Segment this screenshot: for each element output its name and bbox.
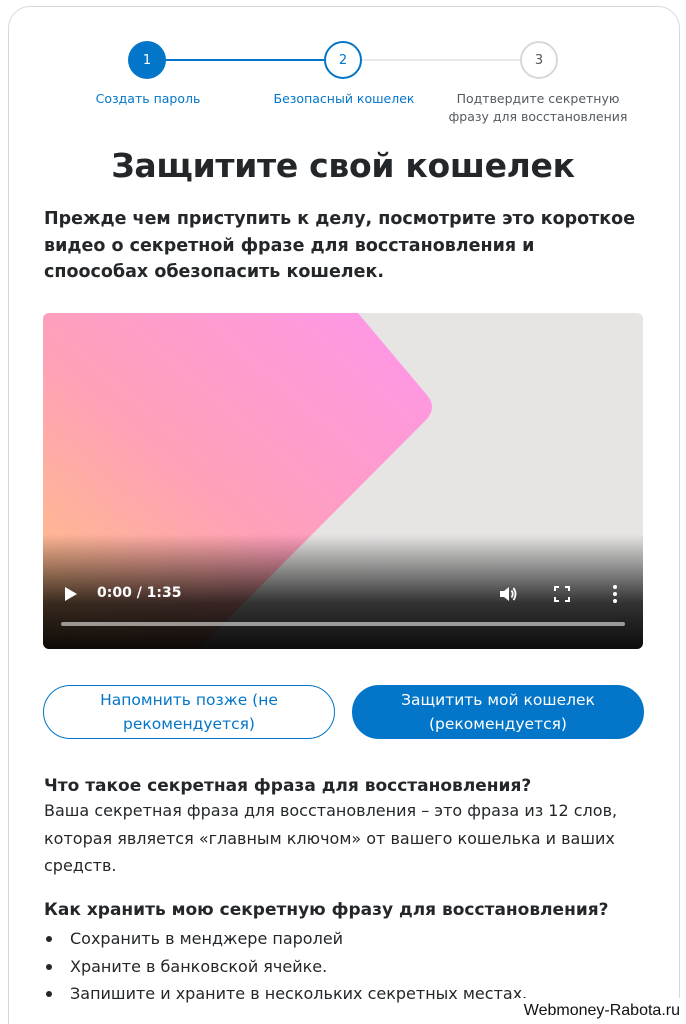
fullscreen-icon[interactable] xyxy=(554,586,570,602)
tip-text: Запишите и храните в нескольких секретны… xyxy=(70,984,528,1003)
step-1-circle: 1 xyxy=(128,41,166,79)
video-player[interactable]: 0:00 / 1:35 xyxy=(43,313,643,649)
what-is-phrase-text: Ваша секретная фраза для восстановления … xyxy=(44,801,618,875)
step-3-label: Подтвердите секретную фразу для восстано… xyxy=(448,91,628,124)
how-to-store-heading: Как хранить мою секретную фразу для восс… xyxy=(44,900,609,920)
what-is-phrase-heading: Что такое секретная фраза для восстановл… xyxy=(44,776,532,796)
stepper-line-pending xyxy=(362,59,520,61)
secure-wallet-button[interactable]: Защитить мой кошелек (рекомендуется) xyxy=(352,685,644,739)
tip-text: Храните в банковской ячейке. xyxy=(70,956,328,976)
stepper-line-completed xyxy=(166,59,324,61)
step-1-label: Создать пароль xyxy=(95,91,201,106)
tip-text: Сохранить в менджере паролей xyxy=(70,929,344,948)
video-progress-bar[interactable] xyxy=(61,622,625,626)
step-3-circle: 3 xyxy=(520,41,558,79)
bullet-icon xyxy=(46,963,52,970)
video-time: 0:00 / 1:35 xyxy=(97,585,182,601)
step-2-circle: 2 xyxy=(324,41,362,79)
storage-tips-list: Сохранить в менджере паролей Храните в б… xyxy=(44,925,644,1008)
page-title: Защитите свой кошелек xyxy=(111,146,575,185)
intro-text: Прежде чем приступить к делу, посмотрите… xyxy=(44,209,636,282)
bullet-icon xyxy=(46,991,52,997)
more-options-icon[interactable] xyxy=(612,584,618,604)
list-item: Храните в банковской ячейке. xyxy=(44,953,644,981)
list-item: Сохранить в менджере паролей xyxy=(44,925,644,953)
step-2-label: Безопасный кошелек xyxy=(273,91,415,106)
watermark-text: Webmoney-Rabota.ru xyxy=(513,998,686,1024)
play-icon[interactable] xyxy=(63,585,79,603)
volume-icon[interactable] xyxy=(498,584,518,604)
progress-stepper: 1 2 3 Создать пароль Безопасный кошелек … xyxy=(0,0,686,130)
bullet-icon xyxy=(46,936,52,942)
remind-later-button[interactable]: Напомнить позже (не рекомендуется) xyxy=(43,685,335,739)
